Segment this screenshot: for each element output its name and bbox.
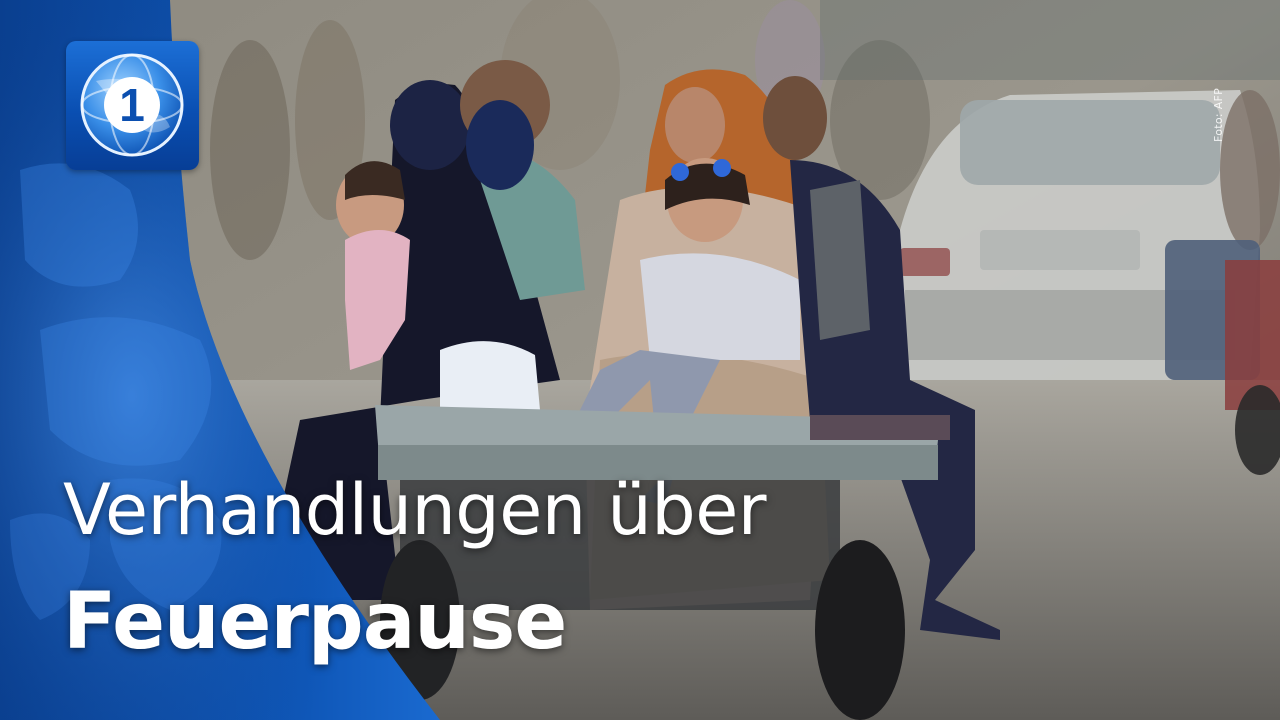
headline-line-1: Verhandlungen über xyxy=(63,469,767,551)
tagesschau-logo-icon[interactable]: 1 xyxy=(66,41,199,170)
photo-credit: Foto: AFP xyxy=(1212,87,1225,142)
headline-line-2: Feuerpause xyxy=(63,577,567,667)
headline: Verhandlungen über Feuerpause xyxy=(63,468,767,672)
logo-digit: 1 xyxy=(119,79,145,131)
globe-one-icon: 1 xyxy=(80,53,184,157)
